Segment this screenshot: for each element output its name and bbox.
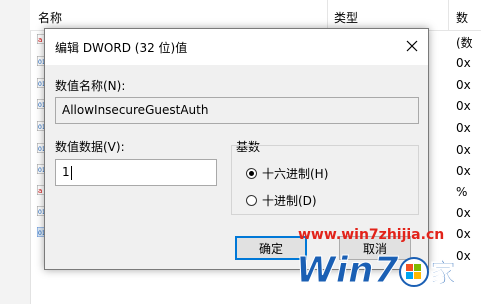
watermark-logo: Win7 家 xyxy=(296,244,461,295)
radio-decimal[interactable]: 十进制(D) xyxy=(246,192,317,209)
value-fragment: 0x xyxy=(456,206,471,220)
column-header-data[interactable]: 数 xyxy=(456,9,468,26)
value-fragment: 0x xyxy=(456,99,471,113)
radio-unselected-icon xyxy=(246,195,257,206)
value-fragment: % xyxy=(456,185,468,199)
value-fragment: 0x xyxy=(456,56,471,70)
column-divider[interactable] xyxy=(327,0,328,30)
close-icon[interactable] xyxy=(404,38,420,54)
radio-decimal-label: 十进制(D) xyxy=(262,194,317,208)
dialog-titlebar[interactable]: 编辑 DWORD (32 位)值 xyxy=(45,29,428,65)
column-divider[interactable] xyxy=(448,0,449,30)
list-header: 名称 类型 数 xyxy=(30,0,481,31)
value-fragment: 0x xyxy=(456,227,471,241)
watermark-url: www.win7zhijia.cn xyxy=(298,227,445,243)
dialog-title: 编辑 DWORD (32 位)值 xyxy=(55,41,188,55)
svg-text:a: a xyxy=(38,187,42,195)
value-data-input[interactable]: 1 xyxy=(55,159,217,186)
value-fragment: 0x xyxy=(456,121,471,135)
value-fragment: (数 xyxy=(456,36,473,50)
value-fragment: 0x xyxy=(456,164,471,178)
radio-hexadecimal-label: 十六进制(H) xyxy=(262,167,329,181)
value-fragment: 0x xyxy=(456,78,471,92)
column-header-name[interactable]: 名称 xyxy=(38,9,62,26)
value-data-label: 数值数据(V): xyxy=(55,140,125,154)
svg-text:家: 家 xyxy=(430,258,456,289)
value-name-field[interactable]: AllowInsecureGuestAuth xyxy=(55,97,419,124)
radio-selected-icon xyxy=(246,168,257,179)
svg-text:Win7: Win7 xyxy=(296,250,399,291)
value-fragment: 0x xyxy=(456,143,471,157)
left-pane-edge xyxy=(0,0,31,304)
value-data-text: 1 xyxy=(62,165,70,179)
svg-text:a: a xyxy=(38,36,42,44)
text-caret xyxy=(70,165,72,180)
value-name-label: 数值名称(N): xyxy=(55,79,126,93)
column-header-type[interactable]: 类型 xyxy=(334,9,358,26)
radio-hexadecimal[interactable]: 十六进制(H) xyxy=(246,165,328,182)
